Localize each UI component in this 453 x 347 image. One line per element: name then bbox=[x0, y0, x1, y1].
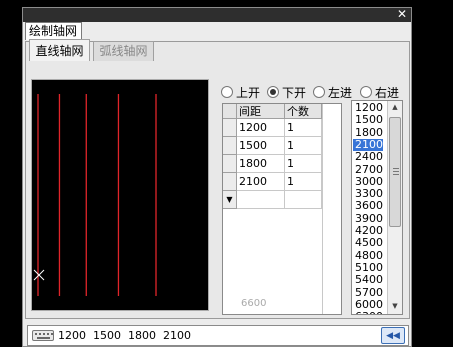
new-count-cell[interactable] bbox=[285, 191, 322, 209]
radio-dot-icon bbox=[221, 86, 233, 98]
spacing-list-item[interactable]: 2100 bbox=[353, 138, 383, 151]
radio-label: 上开 bbox=[236, 86, 261, 100]
main-panel: 直线轴网 弧线轴网 上开 下开 左进 右进 间距 个数 1200 1 1500 … bbox=[25, 39, 410, 319]
grid-preview-canvas[interactable] bbox=[31, 79, 209, 311]
listbox-scrollbar[interactable]: ▲ ▼ bbox=[387, 101, 402, 314]
tab-arc-grid[interactable]: 弧线轴网 bbox=[93, 41, 154, 61]
spacing-list-item[interactable]: 3300 bbox=[353, 188, 383, 200]
radio-dot-icon bbox=[360, 86, 372, 98]
grid-total: 6600 bbox=[241, 298, 267, 309]
grid-right-gutter bbox=[322, 104, 341, 314]
count-cell[interactable]: 1 bbox=[285, 119, 322, 137]
keyboard-icon bbox=[32, 330, 54, 341]
spacing-list-item[interactable]: 6300 bbox=[353, 311, 383, 314]
spacing-list-item[interactable]: 3600 bbox=[353, 200, 383, 212]
axis-grid-window: ✕ 绘制轴网 直线轴网 弧线轴网 上开 下开 左进 右进 间距 个数 1200 … bbox=[22, 7, 412, 347]
new-row-marker-icon[interactable]: ▼ bbox=[223, 191, 237, 209]
spacing-list-item[interactable]: 5700 bbox=[353, 286, 383, 299]
grid-corner bbox=[223, 104, 237, 119]
close-button[interactable]: ✕ bbox=[395, 7, 409, 22]
row-selector[interactable] bbox=[223, 137, 237, 155]
spacing-input-field[interactable]: 1200 1500 1800 2100 bbox=[58, 328, 191, 344]
scroll-up-icon[interactable]: ▲ bbox=[388, 102, 402, 113]
spacing-list-item[interactable]: 1800 bbox=[353, 126, 383, 139]
spacing-cell[interactable]: 2100 bbox=[237, 173, 285, 191]
row-selector[interactable] bbox=[223, 119, 237, 137]
ucs-cross-icon bbox=[33, 269, 45, 281]
scroll-down-icon[interactable]: ▼ bbox=[388, 301, 402, 312]
spacing-cell[interactable]: 1800 bbox=[237, 155, 285, 173]
radio-label: 左进 bbox=[328, 86, 353, 100]
column-header-count: 个数 bbox=[285, 104, 322, 119]
spacing-list-item[interactable]: 2700 bbox=[353, 163, 383, 176]
radio-label: 右进 bbox=[375, 86, 400, 100]
spacing-list-item[interactable]: 1500 bbox=[353, 114, 383, 126]
spacing-list-item[interactable]: 2400 bbox=[353, 151, 383, 163]
radio-top-open[interactable]: 上开 bbox=[221, 86, 260, 100]
spacing-list-item[interactable]: 4800 bbox=[353, 249, 383, 262]
title-bar: ✕ bbox=[23, 7, 411, 22]
count-cell[interactable]: 1 bbox=[285, 173, 322, 191]
radio-dot-icon bbox=[267, 86, 279, 98]
spacing-input-bar[interactable]: 1200 1500 1800 2100 ◀◀ bbox=[27, 325, 409, 346]
spacing-list-item[interactable]: 4200 bbox=[353, 225, 383, 237]
row-selector[interactable] bbox=[223, 173, 237, 191]
count-cell[interactable]: 1 bbox=[285, 155, 322, 173]
spacing-list-item[interactable]: 1200 bbox=[353, 102, 383, 114]
spacing-cell[interactable]: 1500 bbox=[237, 137, 285, 155]
tab-straight-grid[interactable]: 直线轴网 bbox=[29, 39, 90, 61]
radio-label: 下开 bbox=[282, 86, 307, 100]
radio-bottom-open[interactable]: 下开 bbox=[267, 86, 306, 100]
spacing-list-item[interactable]: 5100 bbox=[353, 261, 383, 274]
apply-button[interactable]: ◀◀ bbox=[381, 327, 405, 344]
radio-right-bay[interactable]: 右进 bbox=[360, 86, 399, 100]
radio-dot-icon bbox=[313, 86, 325, 98]
new-spacing-cell[interactable] bbox=[237, 191, 285, 209]
radio-left-bay[interactable]: 左进 bbox=[313, 86, 352, 100]
spacing-listbox[interactable]: 1200 1500 1800 2100 2400 2700 3000 3300 3600 3900… bbox=[351, 100, 403, 315]
spacing-grid: 间距 个数 1200 1 1500 1 1800 1 2100 1 ▼ 6600 bbox=[222, 103, 342, 315]
spacing-list-item[interactable]: 5400 bbox=[353, 274, 383, 286]
column-header-spacing: 间距 bbox=[237, 104, 285, 119]
window-title: 绘制轴网 bbox=[25, 22, 82, 40]
spacing-list-item[interactable]: 4500 bbox=[353, 237, 383, 249]
scroll-thumb[interactable] bbox=[389, 117, 401, 227]
row-selector[interactable] bbox=[223, 155, 237, 173]
spacing-list-item[interactable]: 6000 bbox=[353, 298, 383, 311]
spacing-cell[interactable]: 1200 bbox=[237, 119, 285, 137]
count-cell[interactable]: 1 bbox=[285, 137, 322, 155]
spacing-list-item[interactable]: 3900 bbox=[353, 212, 383, 225]
spacing-list-item[interactable]: 3000 bbox=[353, 175, 383, 188]
grid-preview-svg bbox=[33, 94, 157, 296]
